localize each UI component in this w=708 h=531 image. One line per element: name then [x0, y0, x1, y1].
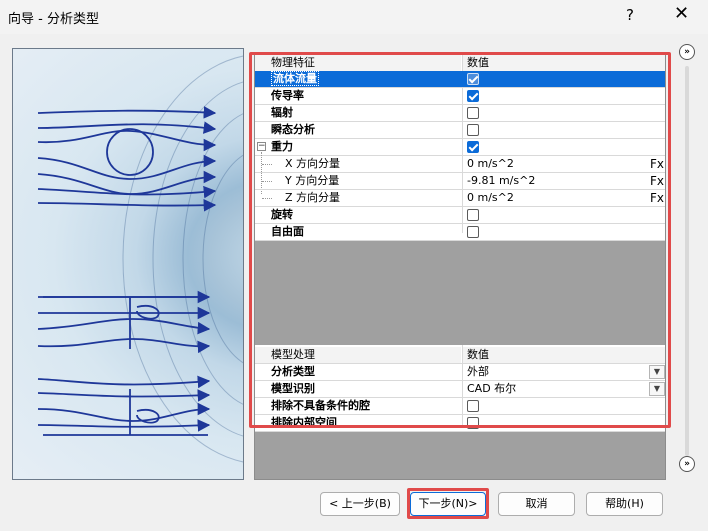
help-icon[interactable]: ? — [626, 6, 634, 24]
window-title: 向导 - 分析类型 — [8, 12, 99, 27]
row-analysis-type[interactable]: 分析类型 外部 ▼ — [255, 364, 665, 380]
empty-area — [255, 241, 665, 336]
row-gravity-y[interactable]: Y 方向分量 -9.81 m/s^2 Fx — [255, 173, 665, 189]
row-label: 辐射 — [271, 106, 293, 119]
row-label: 重力 — [271, 140, 293, 153]
back-button[interactable]: < 上一步(B) — [320, 492, 400, 516]
scroll-track[interactable] — [685, 66, 689, 456]
radiation-checkbox[interactable] — [467, 107, 479, 119]
rotation-checkbox[interactable] — [467, 209, 479, 221]
scroll-down-icon[interactable]: » — [679, 456, 695, 472]
header-value: 数值 — [463, 55, 665, 71]
header-name: 物理特征 — [255, 55, 461, 71]
row-gravity[interactable]: − 重力 — [255, 139, 665, 155]
analysis-type-select[interactable]: 外部 — [463, 364, 665, 380]
next-button[interactable]: 下一步(N)> — [410, 492, 486, 516]
flow-illustration — [12, 48, 244, 480]
row-exclude-cavities[interactable]: 排除不具备条件的腔 — [255, 398, 665, 414]
gravity-y-value[interactable]: -9.81 m/s^2 — [463, 173, 665, 189]
exclude-cavities-checkbox[interactable] — [467, 400, 479, 412]
model-recognition-select[interactable]: CAD 布尔 — [463, 381, 665, 397]
empty-area — [255, 432, 665, 479]
row-gravity-z[interactable]: Z 方向分量 0 m/s^2 Fx — [255, 190, 665, 206]
row-label: 自由面 — [271, 225, 304, 238]
fx-button[interactable]: Fx — [649, 173, 665, 189]
fx-button[interactable]: Fx — [649, 156, 665, 172]
header-name: 模型处理 — [255, 347, 461, 363]
row-model-recognition[interactable]: 模型识别 CAD 布尔 ▼ — [255, 381, 665, 397]
row-label: 分析类型 — [271, 365, 315, 378]
row-gravity-x[interactable]: X 方向分量 0 m/s^2 Fx — [255, 156, 665, 172]
row-label: 瞬态分析 — [271, 123, 315, 136]
gravity-checkbox[interactable] — [467, 141, 479, 153]
conduction-checkbox[interactable] — [467, 90, 479, 102]
header-value: 数值 — [463, 347, 665, 363]
properties-panel: 物理特征 数值 流体流量 传导率 辐射 瞬态分析 − 重力 X 方向分量 0 m… — [254, 52, 666, 480]
row-rotation[interactable]: 旋转 — [255, 207, 665, 223]
row-exclude-internal-space[interactable]: 排除内部空间 — [255, 415, 665, 431]
fluid-flow-checkbox[interactable] — [467, 73, 479, 85]
row-radiation[interactable]: 辐射 — [255, 105, 665, 121]
row-label: Y 方向分量 — [285, 174, 340, 187]
help-button[interactable]: 帮助(H) — [586, 492, 663, 516]
row-free-surface[interactable]: 自由面 — [255, 224, 665, 240]
chevron-down-icon[interactable]: ▼ — [649, 382, 665, 396]
transient-checkbox[interactable] — [467, 124, 479, 136]
row-label: 流体流量 — [271, 71, 319, 86]
physics-grid-header: 物理特征 数值 — [255, 55, 665, 71]
scroll-up-icon[interactable]: » — [679, 44, 695, 60]
vertical-scrollbar[interactable]: » » — [679, 44, 695, 472]
row-label: X 方向分量 — [285, 157, 341, 170]
model-grid: 模型处理 数值 分析类型 外部 ▼ 模型识别 CAD 布尔 ▼ 排除不具备条件的… — [255, 345, 665, 479]
chevron-down-icon[interactable]: ▼ — [649, 365, 665, 379]
row-conduction[interactable]: 传导率 — [255, 88, 665, 104]
gravity-x-value[interactable]: 0 m/s^2 — [463, 156, 665, 172]
row-label: Z 方向分量 — [285, 191, 341, 204]
row-label: 旋转 — [271, 208, 293, 221]
row-fluid-flow[interactable]: 流体流量 — [255, 71, 665, 87]
physics-grid: 物理特征 数值 流体流量 传导率 辐射 瞬态分析 − 重力 X 方向分量 0 m… — [255, 53, 665, 336]
row-label: 模型识别 — [271, 382, 315, 395]
title-bar: 向导 - 分析类型 ? ✕ — [0, 0, 708, 34]
row-label: 排除内部空间 — [271, 416, 337, 429]
close-icon[interactable]: ✕ — [674, 3, 689, 24]
cancel-button[interactable]: 取消 — [498, 492, 575, 516]
row-label: 传导率 — [271, 89, 304, 102]
exclude-internal-space-checkbox[interactable] — [467, 417, 479, 429]
free-surface-checkbox[interactable] — [467, 226, 479, 238]
model-grid-header: 模型处理 数值 — [255, 347, 665, 363]
gravity-z-value[interactable]: 0 m/s^2 — [463, 190, 665, 206]
fx-button[interactable]: Fx — [649, 190, 665, 206]
row-transient[interactable]: 瞬态分析 — [255, 122, 665, 138]
row-label: 排除不具备条件的腔 — [271, 399, 370, 412]
